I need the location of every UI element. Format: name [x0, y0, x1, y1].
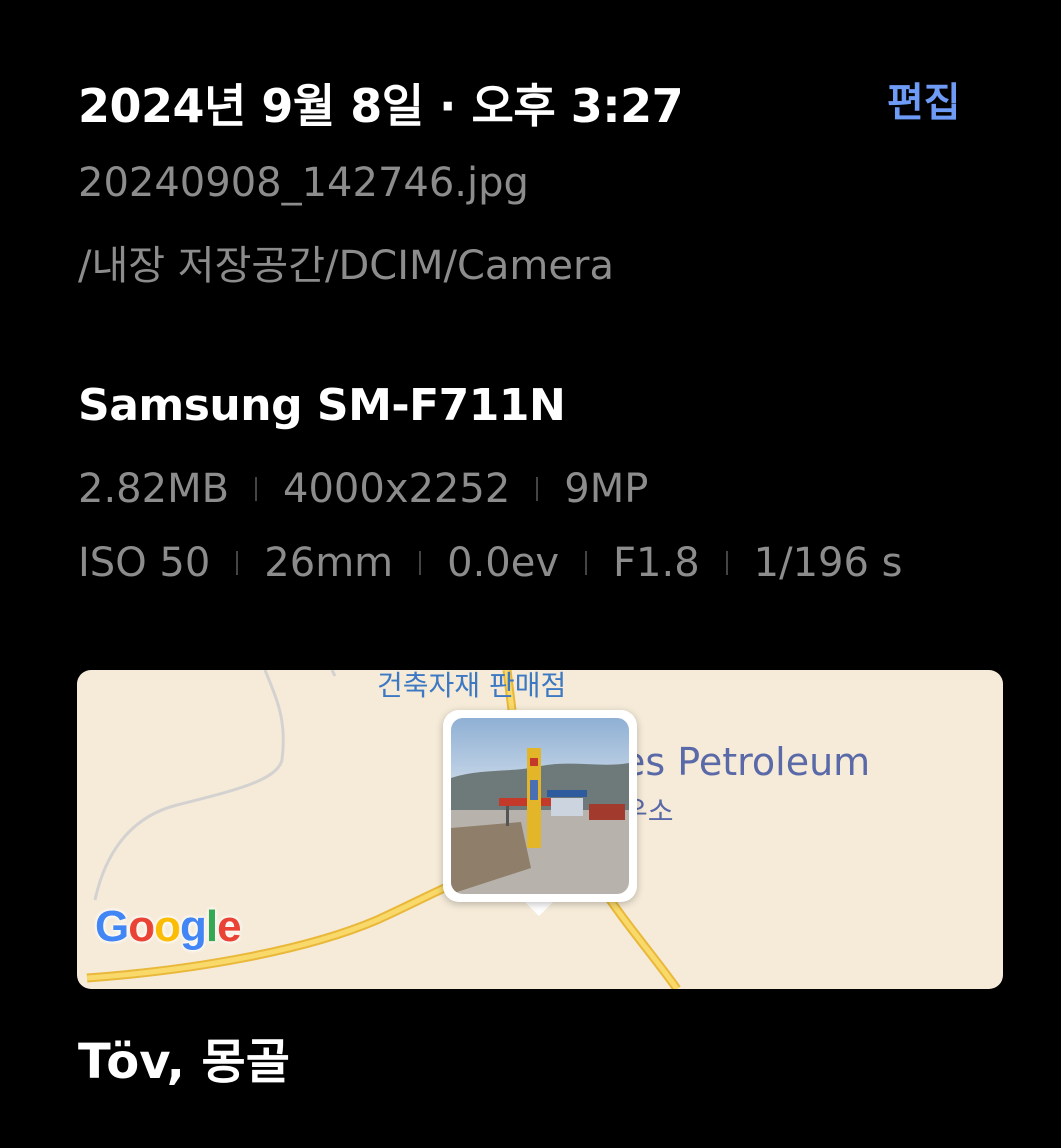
specs-row-size: 2.82MB 4000x2252 9MP [78, 466, 648, 512]
divider [419, 551, 422, 575]
location-name: Töv, 몽골 [78, 1034, 290, 1090]
divider [725, 551, 728, 575]
file-size: 2.82MB [78, 466, 230, 512]
shutter-speed: 1/196 s [753, 540, 903, 586]
photo-thumbnail [451, 718, 629, 894]
location-map[interactable]: 건축자재 판매점 es Petroleum 우소 Google [77, 670, 1003, 989]
google-logo: Google [95, 902, 242, 951]
divider [536, 477, 539, 501]
divider [585, 551, 588, 575]
datetime-title: 2024년 9월 8일 · 오후 3:27 [78, 79, 684, 133]
focal-length: 26mm [264, 540, 394, 586]
megapixels: 9MP [564, 466, 649, 512]
photo-pin-tail [523, 900, 555, 916]
exposure-value: 0.0ev [447, 540, 560, 586]
aperture: F1.8 [613, 540, 700, 586]
photo-pin[interactable] [443, 710, 637, 902]
map-label-petroleum: es Petroleum [622, 740, 871, 784]
specs-row-exposure: ISO 50 26mm 0.0ev F1.8 1/196 s [78, 540, 902, 586]
edit-button[interactable]: 편집 [887, 70, 961, 128]
file-name: 20240908_142746.jpg [78, 160, 529, 206]
resolution: 4000x2252 [283, 466, 511, 512]
iso-value: ISO 50 [78, 540, 211, 586]
file-path: /내장 저장공간/DCIM/Camera [78, 243, 614, 289]
divider [255, 477, 258, 501]
divider [236, 551, 239, 575]
map-label-store: 건축자재 판매점 [377, 670, 567, 702]
camera-model: Samsung SM-F711N [78, 380, 566, 431]
